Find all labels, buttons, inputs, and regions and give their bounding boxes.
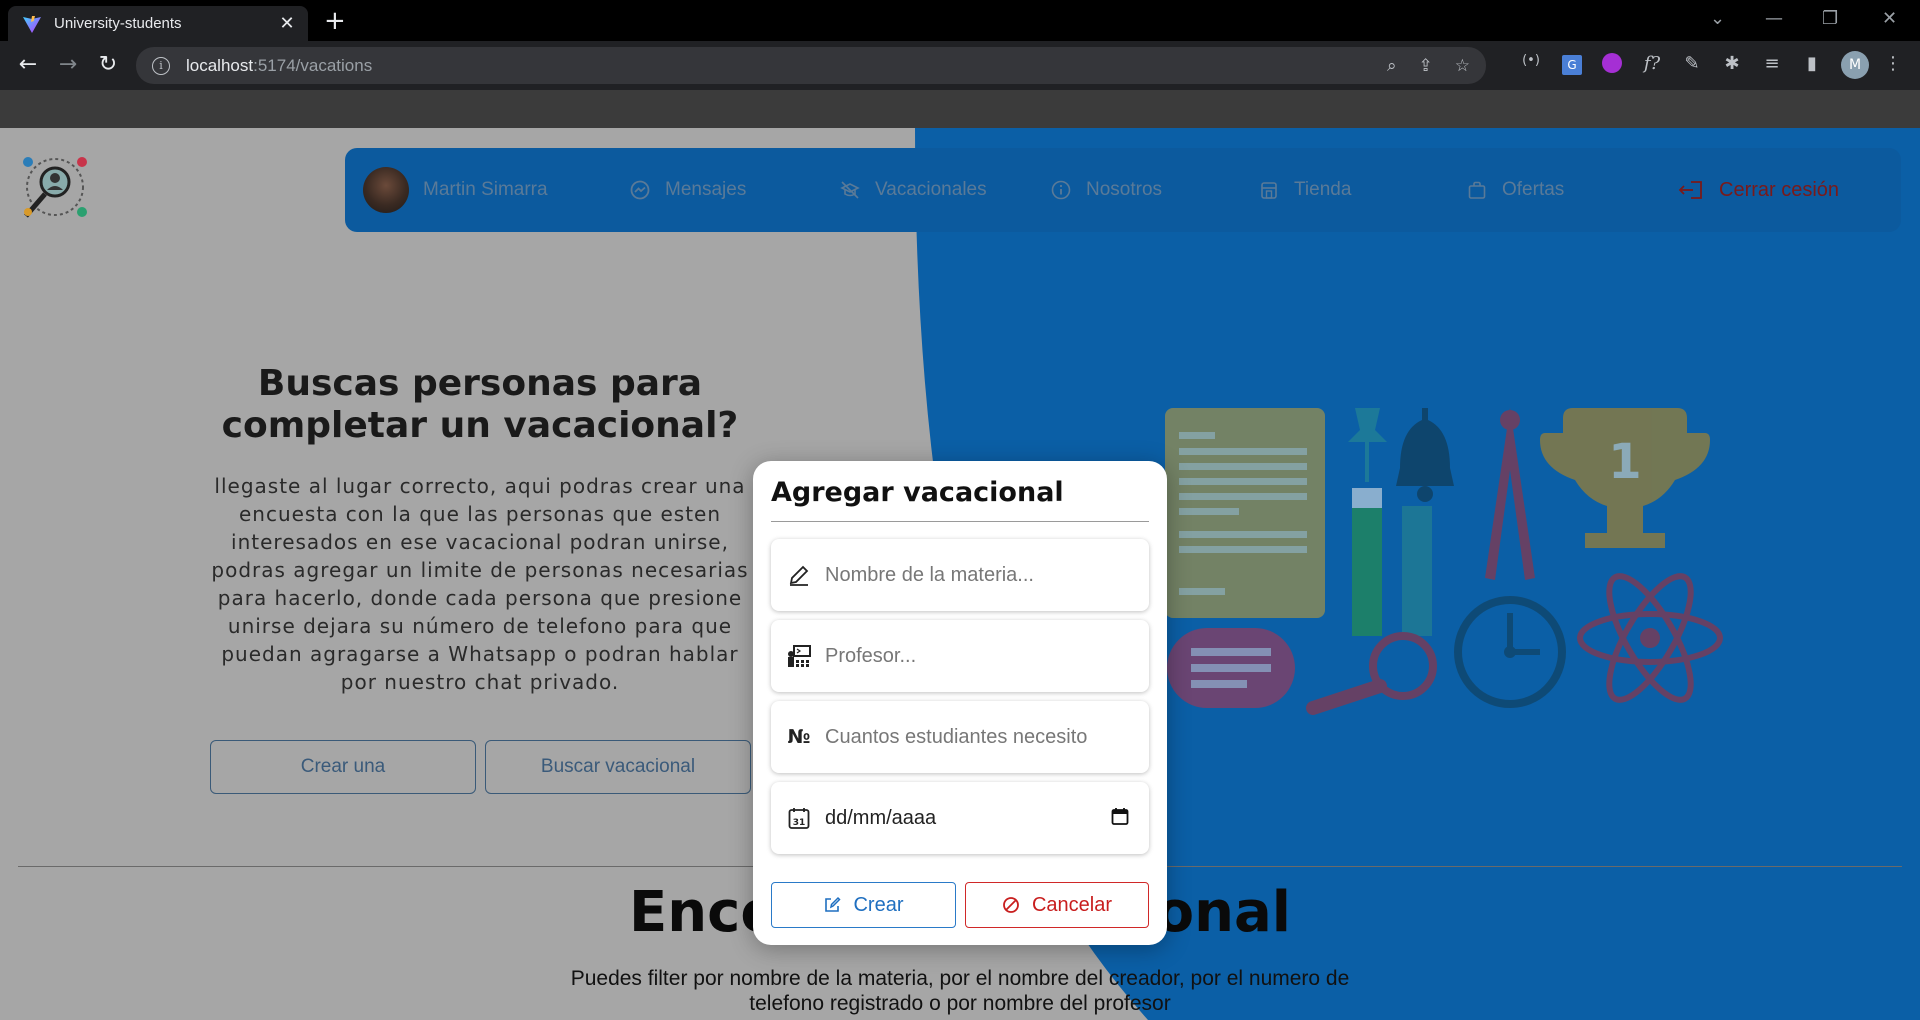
svg-text:31: 31	[793, 818, 806, 828]
zoom-icon[interactable]: ⌕	[1387, 56, 1397, 76]
bookmark-star-icon[interactable]: ☆	[1455, 56, 1470, 76]
close-tab-icon[interactable]: ✕	[276, 13, 298, 34]
teacher-icon	[781, 643, 817, 669]
logout-label: Cerrar cesión	[1719, 178, 1840, 201]
cancelar-button-label: Cancelar	[1031, 893, 1113, 916]
tab-search-icon[interactable]: ⌄	[1710, 8, 1725, 29]
logout-icon	[1678, 181, 1702, 199]
extensions-puzzle-icon[interactable]: ✱	[1719, 53, 1745, 74]
info-icon	[1051, 180, 1071, 200]
subject-input[interactable]	[825, 563, 1115, 587]
site-info-icon[interactable]: i	[152, 56, 170, 75]
tab-title: University-students	[54, 15, 182, 32]
extension-purple-icon[interactable]	[1599, 53, 1625, 78]
side-panel-icon[interactable]: ▮	[1799, 53, 1825, 74]
browser-tab[interactable]: University-students ✕	[8, 6, 308, 41]
menu-kebab-icon[interactable]: ⋮	[1880, 53, 1906, 74]
nav-label-ofertas: Ofertas	[1502, 179, 1565, 200]
date-field[interactable]: 31 dd/mm/aaaa	[771, 782, 1149, 854]
students-count-input[interactable]	[825, 725, 1115, 749]
find-section-description: Puedes filter por nombre de la materia, …	[570, 967, 1350, 1015]
crear-button[interactable]: Crear	[771, 882, 956, 928]
hero-description: llegaste al lugar correcto, aqui podras …	[211, 474, 749, 694]
share-icon[interactable]: ⇪	[1419, 56, 1433, 76]
bag-icon	[1468, 181, 1486, 199]
restore-icon[interactable]: ❐	[1822, 8, 1838, 29]
messenger-icon	[630, 180, 650, 200]
app-logo-icon[interactable]	[18, 150, 92, 224]
translate-icon[interactable]: G	[1559, 53, 1585, 75]
minimize-icon[interactable]: —	[1765, 8, 1783, 29]
crear-una-button[interactable]: Crear una	[210, 740, 476, 794]
browser-chrome: University-students ✕ + ⌄ — ❐ ✕ ← → ↻ i …	[0, 0, 1920, 128]
edit-square-icon	[825, 896, 842, 912]
nav-label-nosotros: Nosotros	[1086, 179, 1163, 200]
nav-label-mensajes: Mensajes	[665, 179, 747, 200]
nav-label-tienda: Tienda	[1294, 179, 1352, 200]
modal-divider	[771, 521, 1149, 522]
formula-icon[interactable]: f?	[1639, 53, 1665, 74]
extension-icon[interactable]: (•)	[1518, 53, 1544, 68]
nav-item-vacacionales[interactable]: Vacacionales	[839, 148, 987, 232]
subject-field	[771, 539, 1149, 611]
nav-label-vacacionales: Vacacionales	[875, 179, 987, 200]
browser-toolbar: ← → ↻ i localhost :5174/vacations ⌕ ⇪ ☆ …	[0, 41, 1920, 90]
calendar-picker-icon[interactable]	[1111, 807, 1129, 829]
new-tab-icon[interactable]: +	[324, 8, 346, 34]
forward-icon[interactable]: →	[54, 52, 82, 77]
hero-title: Buscas personas para completar un vacaci…	[221, 363, 739, 446]
store-icon	[1261, 182, 1277, 199]
no-school-icon	[840, 181, 860, 199]
modal-title: Agregar vacacional	[771, 477, 1064, 508]
prohibited-icon	[1003, 897, 1019, 913]
url-host: localhost	[186, 55, 254, 75]
buscar-vacacional-button[interactable]: Buscar vacacional	[485, 740, 751, 794]
main-navbar: Martin Simarra Mensajes Vacacionales Nos…	[345, 148, 1901, 232]
nav-item-tienda[interactable]: Tienda	[1258, 148, 1351, 232]
profile-avatar[interactable]: M	[1841, 51, 1869, 79]
url-path: :5174/vacations	[253, 55, 373, 75]
vite-logo-icon	[23, 15, 41, 33]
reload-icon[interactable]: ↻	[94, 52, 122, 77]
calendar-31-icon: 31	[781, 806, 817, 830]
school-supplies-illustration: 1	[1165, 408, 1723, 715]
add-vacation-modal: Agregar vacacional № 31 dd/mm/aaaa	[753, 461, 1167, 945]
date-input[interactable]: dd/mm/aaaa	[825, 807, 1111, 830]
user-avatar	[363, 167, 409, 213]
nav-item-mensajes[interactable]: Mensajes	[629, 148, 746, 232]
cancelar-button[interactable]: Cancelar	[965, 882, 1149, 928]
nav-user-profile[interactable]: Martin Simarra	[363, 148, 548, 232]
teacher-field	[771, 620, 1149, 692]
crear-button-label: Crear	[853, 893, 904, 916]
tab-strip: University-students ✕ + ⌄ — ❐ ✕	[0, 0, 1920, 41]
teacher-input[interactable]	[825, 644, 1115, 668]
logout-button[interactable]: Cerrar cesión	[1677, 148, 1839, 232]
page: Martin Simarra Mensajes Vacacionales Nos…	[0, 128, 1920, 1020]
bookmark-bar	[0, 90, 1920, 128]
extension-pen-icon[interactable]: ✎	[1679, 53, 1705, 74]
students-field: №	[771, 701, 1149, 773]
reading-list-icon[interactable]: ≡	[1759, 53, 1785, 74]
svg-text:1: 1	[1608, 434, 1641, 490]
address-bar[interactable]: i localhost :5174/vacations ⌕ ⇪ ☆	[136, 47, 1486, 84]
back-icon[interactable]: ←	[14, 52, 42, 77]
nav-user-name: Martin Simarra	[423, 179, 548, 200]
numero-sign-icon: №	[787, 726, 811, 748]
nav-item-nosotros[interactable]: Nosotros	[1050, 148, 1162, 232]
pencil-icon	[781, 563, 817, 587]
close-window-icon[interactable]: ✕	[1882, 8, 1897, 29]
nav-item-ofertas[interactable]: Ofertas	[1466, 148, 1564, 232]
